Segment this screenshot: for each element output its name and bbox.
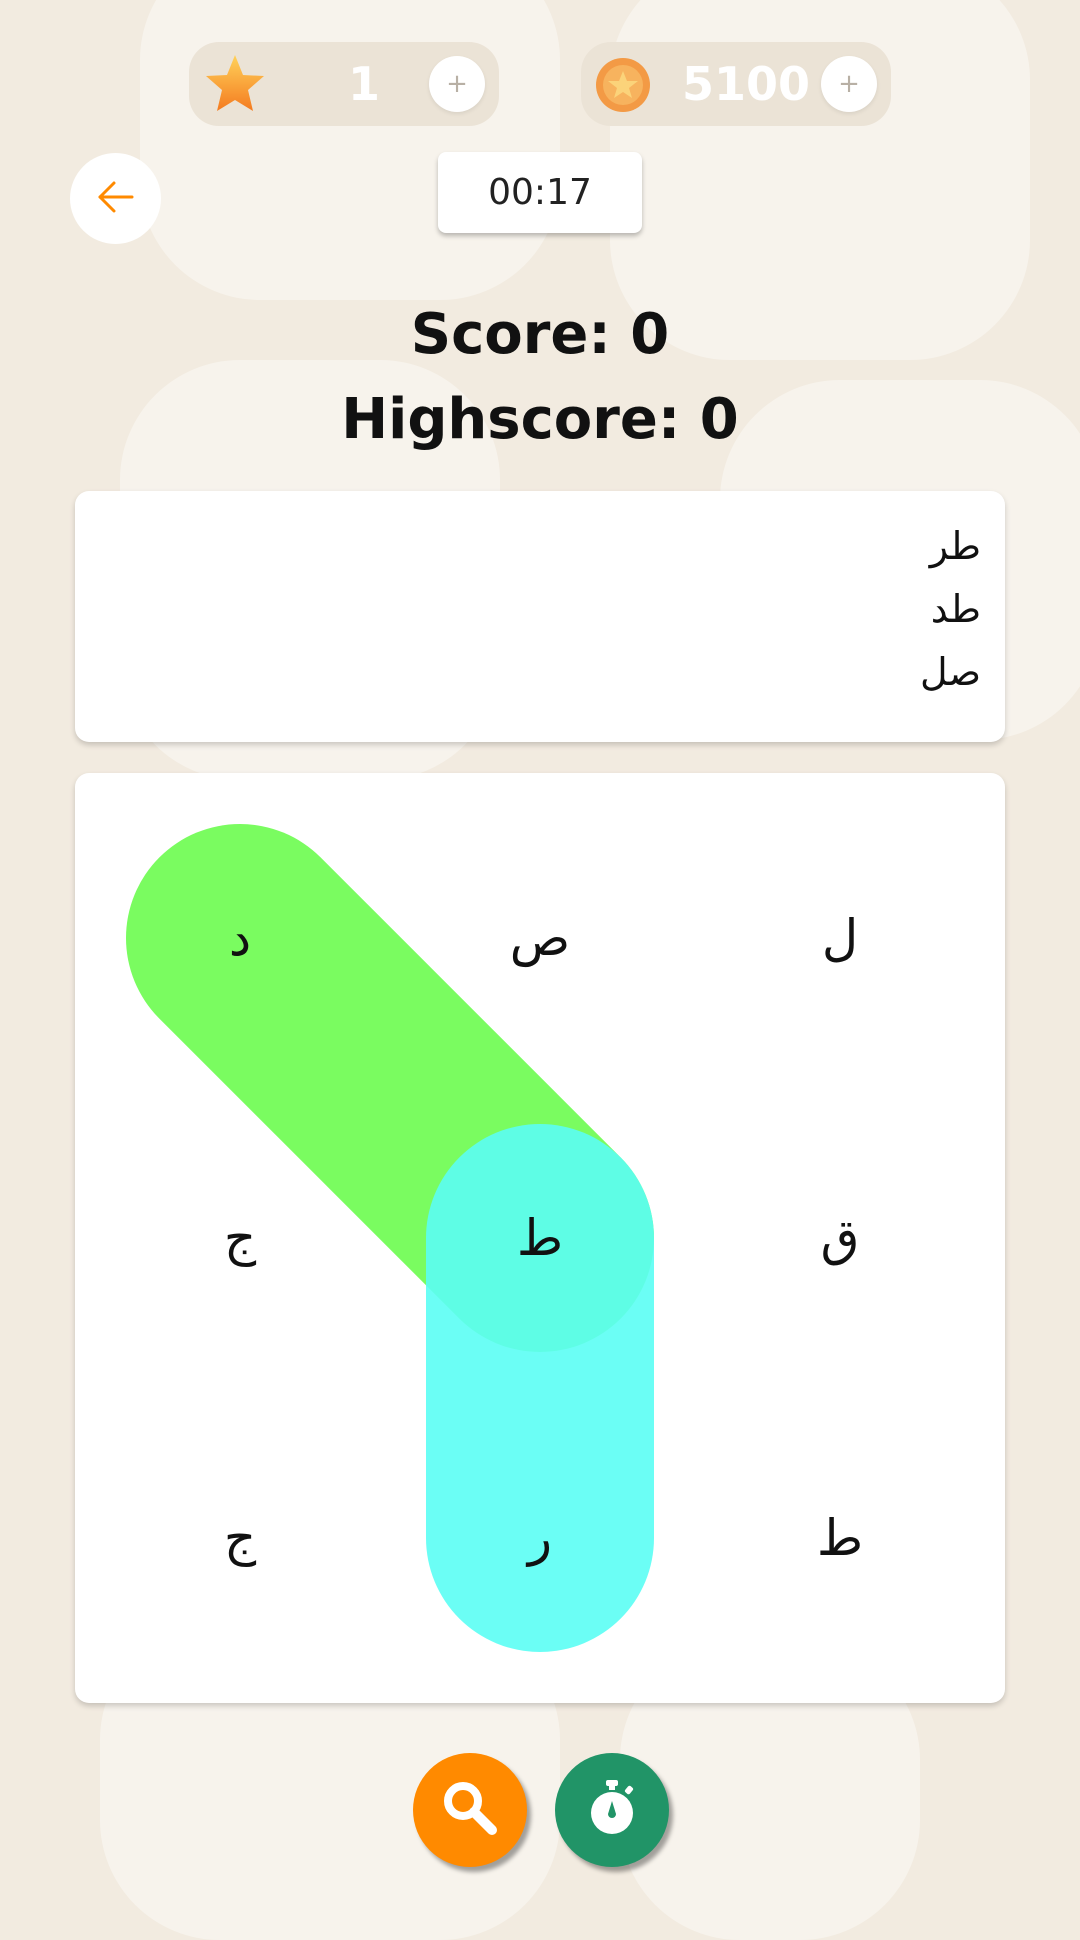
stars-counter: 1 + (189, 42, 499, 126)
hint-button[interactable] (413, 1753, 527, 1867)
target-word: طد (930, 587, 981, 631)
grid-letter-cell[interactable]: ق (780, 1209, 900, 1267)
grid-letter-cell[interactable]: ط (480, 1209, 600, 1267)
timer-display: 00:17 (438, 152, 642, 233)
target-word: صل (919, 650, 981, 694)
target-word: طر (929, 524, 981, 568)
word-list-panel: طر طد صل (75, 491, 1005, 742)
stars-count: 1 (347, 57, 380, 111)
plus-icon: + (838, 69, 860, 99)
grid-letter-cell[interactable]: ر (480, 1509, 600, 1567)
magnifier-icon (438, 1776, 502, 1844)
score-label: Score: 0 (410, 302, 670, 367)
grid-letter-cell[interactable]: ص (480, 909, 600, 967)
back-button[interactable] (70, 153, 161, 244)
highscore-label: Highscore: 0 (341, 387, 739, 452)
grid-letter-cell[interactable]: ج (180, 1209, 300, 1267)
star-icon (203, 52, 267, 120)
coin-icon (595, 57, 651, 117)
coins-counter: 5100 + (581, 42, 891, 126)
stopwatch-icon (580, 1776, 644, 1844)
plus-icon: + (446, 69, 468, 99)
grid-letter-cell[interactable]: ج (180, 1509, 300, 1567)
grid-letter-cell[interactable]: د (180, 909, 300, 967)
coins-count: 5100 (681, 57, 811, 111)
grid-letter-cell[interactable]: ط (780, 1509, 900, 1567)
grid-letter-cell[interactable]: ل (780, 909, 900, 967)
time-bonus-button[interactable] (555, 1753, 669, 1867)
word-list: طر طد صل (920, 515, 981, 704)
letter-grid-panel[interactable]: د ص ل ج ط ق ج ر ط (75, 773, 1005, 1703)
arrow-left-icon (96, 177, 136, 221)
add-coins-button[interactable]: + (821, 56, 877, 112)
add-stars-button[interactable]: + (429, 56, 485, 112)
